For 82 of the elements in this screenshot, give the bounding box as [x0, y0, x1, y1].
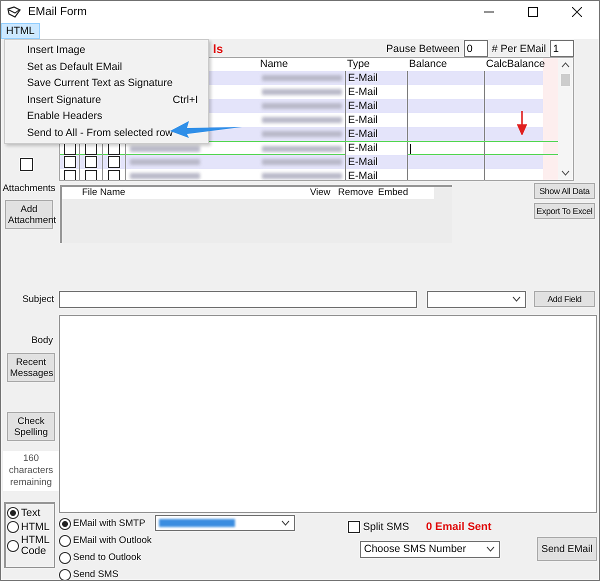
menu-item[interactable]: Insert Signature [27, 94, 102, 106]
radio-label: HTML Code [21, 535, 49, 557]
row-checkbox[interactable] [85, 156, 97, 168]
scroll-bar[interactable] [558, 58, 573, 180]
split-sms-checkbox[interactable] [348, 520, 360, 532]
radio-button[interactable] [7, 540, 19, 552]
table-cell[interactable]: E-Mail [345, 71, 407, 85]
table-cell[interactable]: E-Mail [345, 142, 407, 155]
body-field[interactable] [59, 315, 597, 513]
sms-number-dropdown[interactable]: Choose SMS Number [360, 540, 500, 558]
radio-label: Send to Outlook [73, 552, 142, 563]
send-email-button[interactable]: Send EMail [537, 537, 597, 561]
account-dropdown[interactable] [155, 515, 295, 531]
blurred-text [130, 159, 200, 165]
attachments-label: Attachments [2, 183, 56, 194]
column-header: Type [346, 58, 371, 71]
menu-item[interactable]: Save Current Text as Signature [27, 77, 173, 90]
blurred-text [130, 146, 200, 152]
dropdown-value: Choose SMS Number [364, 543, 466, 555]
menu-item[interactable]: Send to All - From selected row [27, 126, 173, 139]
radio-label: EMail with Outlook [73, 535, 152, 546]
side-button[interactable]: Export To Excel [534, 203, 595, 219]
sent-status: 0 Email Sent [426, 520, 492, 532]
menu-item[interactable]: HTML [1, 23, 40, 39]
radio-button[interactable] [7, 521, 19, 533]
text-cursor [410, 144, 411, 154]
radio-label: Send SMS [73, 569, 118, 580]
table-cell[interactable]: E-Mail [345, 155, 407, 169]
table-cell[interactable]: E-Mail [345, 99, 407, 113]
table-cell[interactable]: E-Mail [345, 127, 407, 141]
recent-messages-button[interactable]: Recent Messages [7, 353, 55, 382]
menu-item[interactable]: Set as Default EMail [27, 60, 122, 73]
window-title: EMail Form [28, 6, 87, 18]
field-dropdown[interactable] [427, 290, 526, 308]
menu-item[interactable]: Enable Headers [27, 110, 102, 122]
subject-label: Subject [21, 294, 54, 304]
chevron-down-icon [486, 546, 495, 552]
radio-button[interactable] [59, 552, 71, 564]
radio-button[interactable] [59, 534, 71, 546]
column-header: Balance [408, 58, 448, 71]
per-email-field[interactable]: 1 [550, 40, 574, 57]
chevron-down-icon [512, 296, 521, 302]
blurred-text [130, 173, 200, 179]
row-checkbox[interactable] [108, 156, 120, 168]
menu-item[interactable]: Insert Image [27, 44, 86, 56]
field-label: # Per EMail [492, 42, 546, 54]
table-cell[interactable]: E-Mail [345, 85, 407, 99]
table-cell[interactable]: E-Mail [345, 113, 407, 127]
chevron-down-icon [281, 520, 290, 526]
close-icon[interactable] [572, 7, 582, 17]
row-checkbox[interactable] [108, 170, 120, 180]
row-checkbox[interactable] [64, 156, 76, 168]
select-all-checkbox[interactable] [20, 158, 33, 171]
column-header: File Name [82, 187, 126, 199]
column-header: CalcBalance [485, 58, 543, 71]
row-checkbox[interactable] [64, 170, 76, 180]
add-field-button[interactable]: Add Field [534, 291, 595, 307]
radio-button[interactable] [7, 507, 19, 519]
maximize-icon[interactable] [528, 7, 538, 17]
radio-button[interactable] [59, 568, 71, 580]
column-header: Remove [338, 187, 374, 199]
pause-field[interactable]: 0 [464, 40, 488, 57]
field-label: Pause Between [386, 42, 460, 54]
column-header: Name [259, 58, 290, 71]
radio-button[interactable] [59, 518, 71, 530]
character-counter: 160 characters remaining [3, 451, 59, 491]
body-label: Body [31, 335, 53, 346]
table-cell[interactable]: E-Mail [345, 169, 407, 180]
row-checkbox[interactable] [85, 170, 97, 180]
radio-label: HTML [21, 522, 49, 532]
column-header: Embed [378, 187, 408, 199]
heading-fragment: ls [213, 42, 224, 56]
arrow-icon [517, 111, 527, 135]
subject-field[interactable] [59, 290, 417, 308]
side-button[interactable]: Show All Data [534, 183, 595, 199]
column-header: View [310, 187, 332, 199]
check-spelling-button[interactable]: Check Spelling [7, 412, 55, 441]
checkbox-label: Split SMS [363, 520, 410, 532]
radio-label: Text [21, 508, 42, 518]
app-icon [7, 6, 21, 18]
menu-shortcut: Ctrl+I [172, 94, 198, 106]
radio-label: EMail with SMTP [73, 518, 146, 529]
